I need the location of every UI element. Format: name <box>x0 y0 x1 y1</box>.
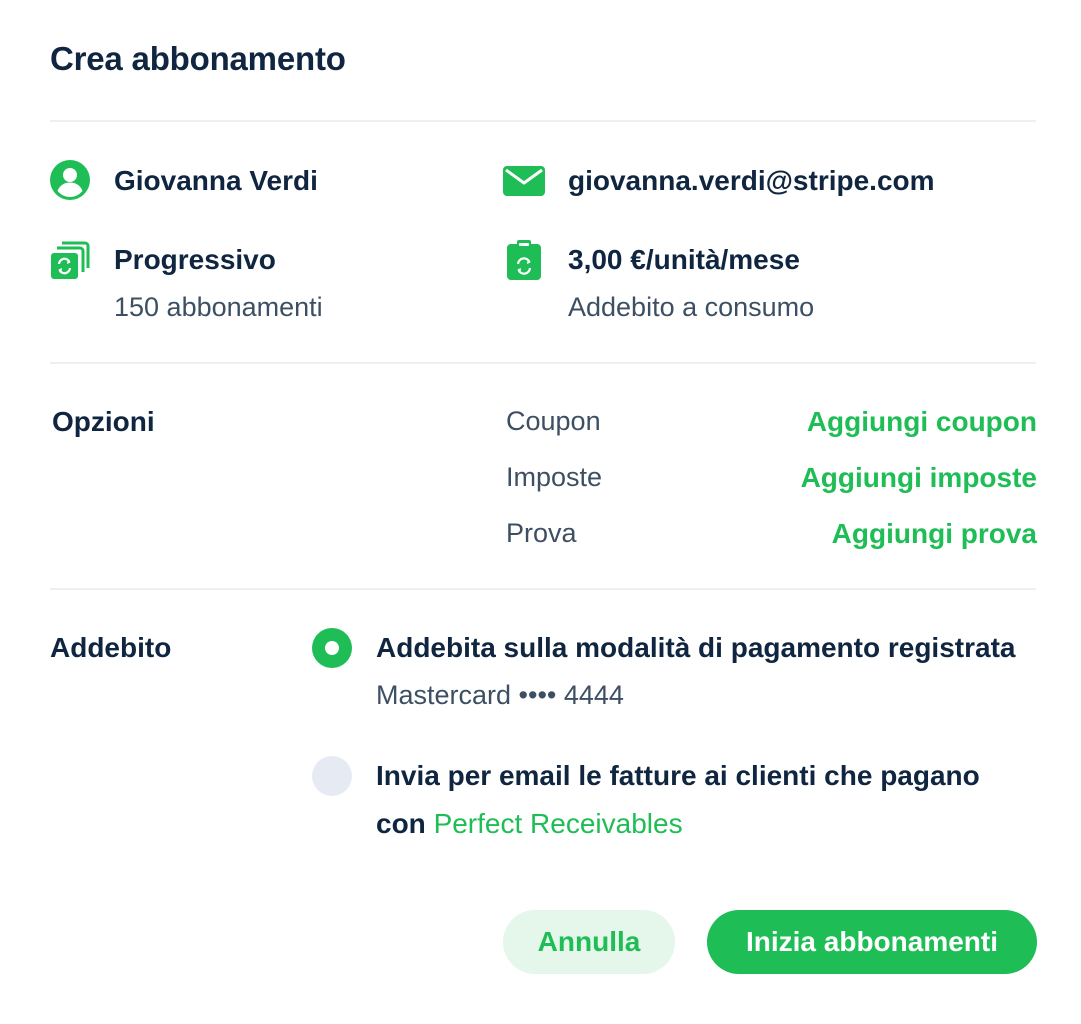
options-heading: Opzioni <box>52 406 155 437</box>
perfect-receivables-link[interactable]: Perfect Receivables <box>434 808 683 839</box>
option-label-trial: Prova <box>506 518 577 548</box>
dialog-title: Crea abbonamento <box>50 40 346 77</box>
email-invoices-label-prefix: con <box>376 808 434 839</box>
billing-heading: Addebito <box>50 632 172 663</box>
user-icon <box>50 160 90 200</box>
plan-count: 150 abbonamenti <box>114 292 323 322</box>
customer-email: giovanna.verdi@stripe.com <box>568 165 935 196</box>
divider <box>50 362 1036 364</box>
plan-price: 3,00 €/unità/mese <box>568 244 800 275</box>
customer-name: Giovanna Verdi <box>114 165 318 196</box>
email-invoices-label[interactable]: Invia per email le fatture ai clienti ch… <box>376 760 980 792</box>
email-invoices-label-line2: con Perfect Receivables <box>376 808 683 840</box>
charge-saved-method-label[interactable]: Addebita sulla modalità di pagamento reg… <box>376 632 1015 664</box>
cancel-button[interactable]: Annulla <box>503 910 675 974</box>
email-invoices-radio[interactable] <box>312 756 352 796</box>
billing-type: Addebito a consumo <box>568 292 815 322</box>
plan-name: Progressivo <box>114 244 276 275</box>
option-label-coupon: Coupon <box>506 406 601 436</box>
start-subscriptions-button[interactable]: Inizia abbonamenti <box>707 910 1037 974</box>
add-trial-link[interactable]: Aggiungi prova <box>832 518 1037 550</box>
charge-saved-method-radio[interactable] <box>312 628 352 668</box>
saved-card-detail: Mastercard •••• 4444 <box>376 680 624 710</box>
add-taxes-link[interactable]: Aggiungi imposte <box>801 462 1037 494</box>
recurring-billing-icon <box>507 240 541 280</box>
add-coupon-link[interactable]: Aggiungi coupon <box>807 406 1037 438</box>
subscriptions-icon <box>50 240 90 280</box>
divider <box>50 120 1036 122</box>
divider <box>50 588 1036 590</box>
option-label-taxes: Imposte <box>506 462 603 492</box>
mail-icon <box>503 166 545 196</box>
